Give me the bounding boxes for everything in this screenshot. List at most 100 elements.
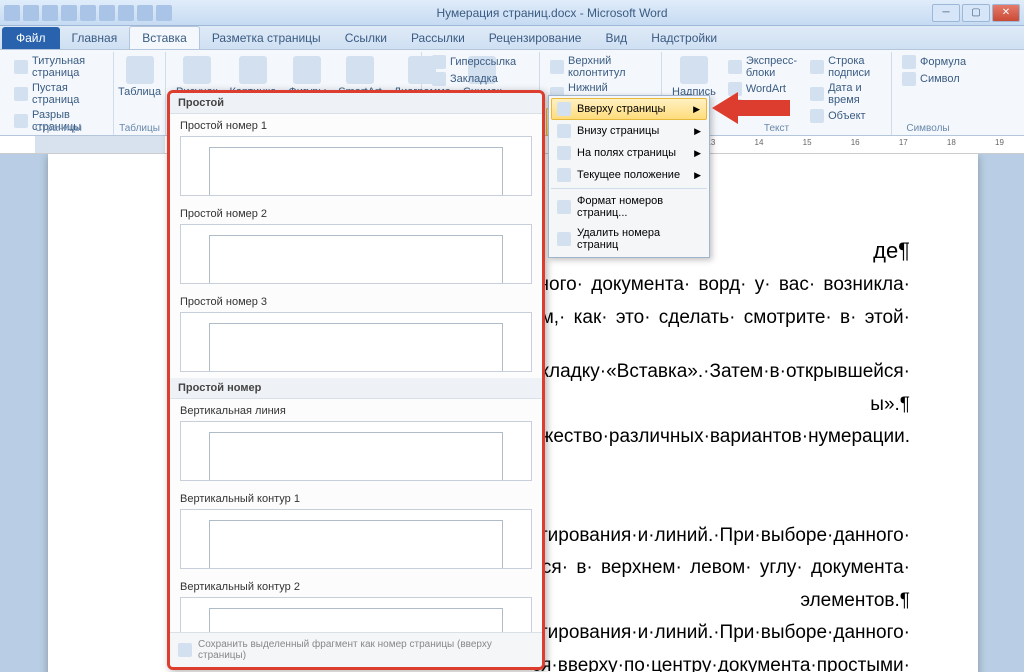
tab-mailings[interactable]: Рассылки — [399, 27, 477, 49]
chevron-right-icon: ▶ — [693, 104, 700, 115]
gallery-item-preview[interactable] — [180, 509, 532, 569]
clipart-icon — [239, 56, 267, 84]
qat-icon[interactable] — [80, 5, 96, 21]
label: Пустая страница — [32, 82, 103, 106]
ruler-mark: 19 — [995, 138, 1004, 147]
header-button[interactable]: Верхний колонтитул — [546, 54, 655, 80]
group-label: Страницы — [4, 123, 113, 134]
submenu-current-position[interactable]: Текущее положение ▶ — [551, 164, 707, 186]
gallery-item-label: Вертикальный контур 2 — [170, 575, 542, 595]
hyperlink-button[interactable]: Гиперссылка — [428, 54, 533, 70]
gallery-category-header: Простой номер — [170, 378, 542, 399]
undo-icon[interactable] — [42, 5, 58, 21]
save-fragment-icon — [178, 643, 192, 657]
page-icon — [14, 60, 28, 74]
quickparts-icon — [728, 60, 742, 74]
qat-icon[interactable] — [99, 5, 115, 21]
submenu-remove-numbers[interactable]: Удалить номера страниц — [551, 223, 707, 255]
tab-addins[interactable]: Надстройки — [639, 27, 729, 49]
gallery-item-preview[interactable] — [180, 224, 532, 284]
symbol-icon — [902, 72, 916, 86]
submenu-bottom-of-page[interactable]: Внизу страницы ▶ — [551, 120, 707, 142]
equation-icon — [902, 55, 916, 69]
group-label: Таблицы — [114, 123, 165, 134]
textbox-icon — [680, 56, 708, 84]
label: Внизу страницы — [577, 125, 659, 137]
quick-access-toolbar — [4, 5, 172, 21]
datetime-button[interactable]: Дата и время — [806, 81, 885, 107]
format-icon — [557, 200, 571, 214]
label: Верхний колонтитул — [568, 55, 651, 79]
label: Закладка — [450, 73, 498, 85]
label: Дата и время — [828, 82, 881, 106]
label: Экспресс-блоки — [746, 55, 798, 79]
chevron-right-icon: ▶ — [694, 126, 701, 137]
remove-icon — [557, 232, 571, 246]
header-icon — [550, 60, 564, 74]
label: Титульная страница — [32, 55, 103, 79]
qat-icon[interactable] — [137, 5, 153, 21]
equation-button[interactable]: Формула — [898, 54, 958, 70]
submenu-page-margins[interactable]: На полях страницы▶ — [551, 142, 707, 164]
gallery-item-preview[interactable] — [180, 312, 532, 372]
tab-review[interactable]: Рецензирование — [477, 27, 594, 49]
tab-references[interactable]: Ссылки — [333, 27, 399, 49]
bottom-page-icon — [557, 124, 571, 138]
gallery-item-preview[interactable] — [180, 421, 532, 481]
gallery-item-label: Вертикальная линия — [170, 399, 542, 419]
gallery-item-label: Простой номер 3 — [170, 290, 542, 310]
gallery-category-header: Простой — [170, 93, 542, 114]
gallery-item-preview[interactable] — [180, 136, 532, 196]
table-icon — [126, 56, 154, 84]
qat-icon[interactable] — [156, 5, 172, 21]
datetime-icon — [810, 87, 824, 101]
qat-icon[interactable] — [118, 5, 134, 21]
symbol-button[interactable]: Символ — [898, 71, 958, 87]
group-label: Символы — [892, 123, 964, 134]
page-icon — [14, 87, 28, 101]
label: Объект — [828, 110, 865, 122]
window-title: Нумерация страниц.docx - Microsoft Word — [172, 6, 932, 20]
label: Строка подписи — [828, 55, 881, 79]
tab-home[interactable]: Главная — [60, 27, 130, 49]
maximize-button[interactable]: ▢ — [962, 4, 990, 22]
tab-insert[interactable]: Вставка — [129, 26, 200, 49]
blank-page-button[interactable]: Пустая страница — [10, 81, 107, 107]
object-button[interactable]: Объект — [806, 108, 885, 124]
cover-page-button[interactable]: Титульная страница — [10, 54, 107, 80]
submenu-format-numbers[interactable]: Формат номеров страниц... — [551, 191, 707, 223]
label: Формула — [920, 56, 966, 68]
chevron-right-icon: ▶ — [694, 148, 701, 159]
label: Вверху страницы — [577, 103, 665, 115]
tab-page-layout[interactable]: Разметка страницы — [200, 27, 333, 49]
ribbon-tabs: Файл Главная Вставка Разметка страницы С… — [0, 26, 1024, 50]
bookmark-icon — [432, 72, 446, 86]
page-number-submenu: Вверху страницы ▶ Внизу страницы ▶ На поля… — [548, 95, 710, 258]
gallery-item-label: Простой номер 1 — [170, 114, 542, 134]
label: Текущее положение — [577, 169, 680, 181]
signature-button[interactable]: Строка подписи — [806, 54, 885, 80]
file-tab[interactable]: Файл — [2, 27, 60, 49]
label: Сохранить выделенный фрагмент как номер … — [198, 639, 534, 661]
quickparts-button[interactable]: Экспресс-блоки — [724, 54, 802, 80]
gallery-item-label: Простой номер 2 — [170, 202, 542, 222]
word-icon[interactable] — [4, 5, 20, 21]
submenu-top-of-page[interactable]: Вверху страницы ▶ — [551, 98, 707, 120]
label: Формат номеров страниц... — [577, 195, 701, 219]
signature-icon — [810, 60, 824, 74]
save-icon[interactable] — [23, 5, 39, 21]
tab-view[interactable]: Вид — [593, 27, 639, 49]
minimize-button[interactable]: ─ — [932, 4, 960, 22]
shapes-icon — [293, 56, 321, 84]
smartart-icon — [346, 56, 374, 84]
redo-icon[interactable] — [61, 5, 77, 21]
close-button[interactable]: ✕ — [992, 4, 1020, 22]
gallery-save-selection[interactable]: Сохранить выделенный фрагмент как номер … — [170, 632, 542, 667]
title-bar: Нумерация страниц.docx - Microsoft Word … — [0, 0, 1024, 26]
label: Гиперссылка — [450, 56, 516, 68]
chevron-right-icon: ▶ — [694, 170, 701, 181]
margin-icon — [557, 146, 571, 160]
bookmark-button[interactable]: Закладка — [428, 71, 533, 87]
table-button[interactable]: Таблица — [120, 54, 159, 100]
top-page-icon — [557, 102, 571, 116]
